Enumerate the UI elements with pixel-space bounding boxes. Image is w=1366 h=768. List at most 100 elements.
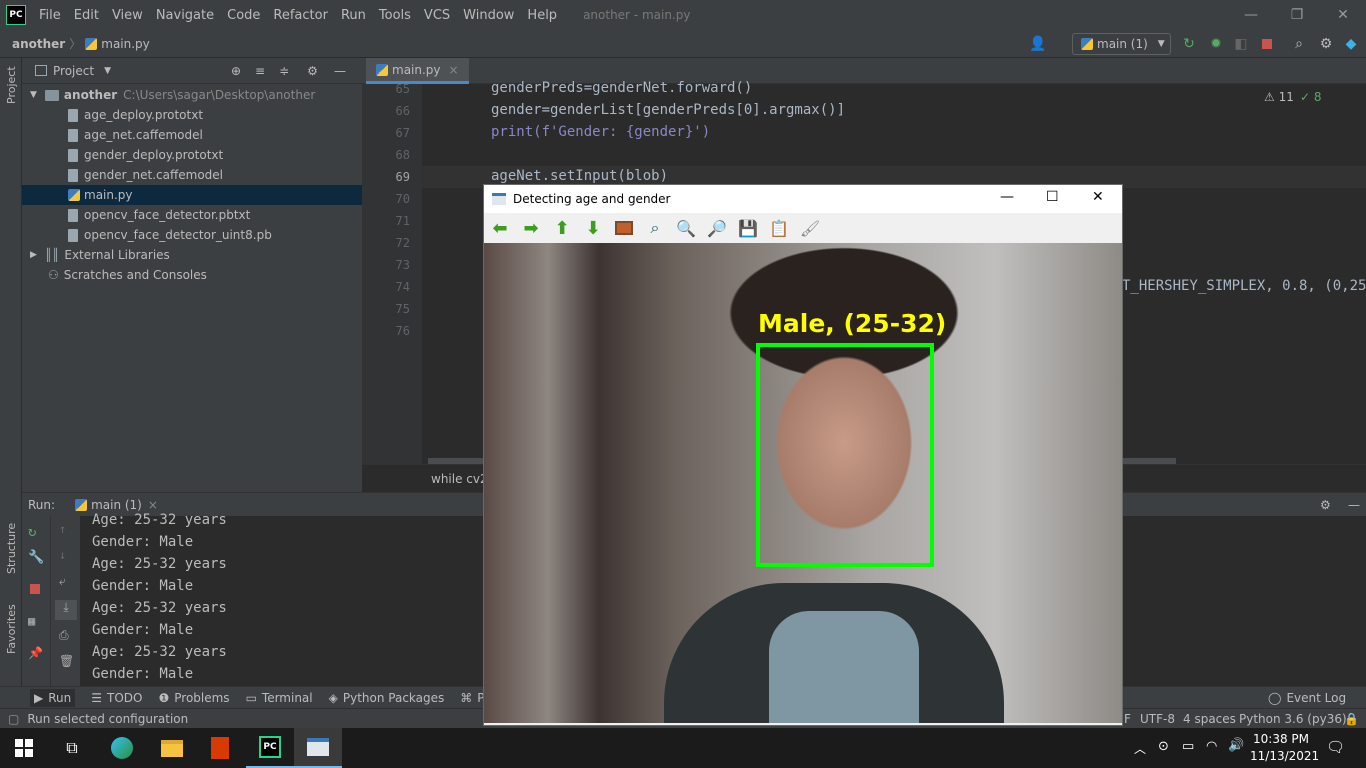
tool-terminal[interactable]: ▭ Terminal (246, 691, 313, 705)
user-icon[interactable]: 👤 (1029, 36, 1046, 52)
task-view-icon[interactable]: ⧉ (48, 728, 96, 768)
tool-python-packages[interactable]: ◈ Python Packages (329, 691, 445, 705)
zoom-out-icon[interactable]: 🔎 (706, 218, 728, 238)
tree-file-selected[interactable]: main.py (22, 185, 362, 205)
menu-code[interactable]: Code (227, 8, 260, 23)
clipboard-icon[interactable]: 📋 (768, 218, 790, 238)
tab-main-py[interactable]: main.py × (366, 58, 469, 84)
edge-icon[interactable] (98, 728, 146, 768)
rerun-icon[interactable]: ↻ (1181, 36, 1197, 52)
close-button[interactable]: ✕ (1092, 189, 1104, 205)
opencv-window-taskbar-icon[interactable] (294, 728, 342, 768)
close-tab-icon[interactable]: × (148, 498, 158, 512)
zoom-in-icon[interactable]: 🔍 (675, 218, 697, 238)
wrench-icon[interactable]: 🔧 (28, 550, 44, 565)
gear-icon[interactable]: ⚙ (1318, 36, 1334, 52)
tree-root[interactable]: ▼ another C:\Users\sagar\Desktop\another (22, 85, 362, 105)
clock-time[interactable]: 10:38 PM (1250, 732, 1312, 746)
stop-icon[interactable] (30, 584, 40, 594)
tree-scratches[interactable]: ⚇ Scratches and Consoles (22, 265, 362, 285)
windows-start-icon[interactable] (0, 728, 48, 768)
down-arrow-icon[interactable]: ↓ (59, 548, 66, 562)
pycharm-taskbar-icon[interactable]: PC (246, 728, 294, 768)
hide-icon[interactable]: — (334, 64, 346, 78)
status-interpreter[interactable]: Python 3.6 (py36) (1239, 712, 1347, 726)
rerun-icon[interactable]: ↻ (28, 524, 36, 540)
tree-file[interactable]: opencv_face_detector_uint8.pb (22, 225, 362, 245)
project-tool-label[interactable]: Project (5, 66, 18, 104)
tree-file[interactable]: gender_net.caffemodel (22, 165, 362, 185)
breadcrumb-file[interactable]: main.py (101, 37, 150, 51)
maximize-button[interactable]: ☐ (1046, 189, 1059, 205)
chevron-down-icon[interactable]: ▼ (104, 66, 111, 76)
minimize-button[interactable]: — (1000, 189, 1014, 205)
tree-file[interactable]: age_deploy.prototxt (22, 105, 362, 125)
menu-view[interactable]: View (112, 8, 143, 23)
menu-file[interactable]: File (39, 8, 61, 23)
menu-help[interactable]: Help (527, 8, 557, 23)
wifi-icon[interactable]: ◠ (1206, 739, 1217, 754)
scroll-to-end-icon[interactable]: ⤓ (55, 600, 77, 620)
menu-window[interactable]: Window (463, 8, 514, 23)
menu-run[interactable]: Run (341, 8, 366, 23)
status-encoding[interactable]: UTF-8 (1140, 712, 1175, 726)
gear-icon[interactable]: ⚙ (307, 64, 318, 78)
file-explorer-icon[interactable] (148, 728, 196, 768)
inspection-checks[interactable]: ✓ 8 (1300, 90, 1322, 104)
close-tab-icon[interactable]: × (449, 63, 459, 77)
trash-icon[interactable]: 🗑 (59, 654, 74, 668)
menu-vcs[interactable]: VCS (424, 8, 450, 23)
notifications-icon[interactable]: 🗨 (1326, 738, 1345, 756)
tree-file[interactable]: opencv_face_detector.pbtxt (22, 205, 362, 225)
jetbrains-icon[interactable]: ◆ (1343, 36, 1359, 52)
status-indent[interactable]: 4 spaces (1183, 712, 1236, 726)
panel-toggle-icon[interactable]: ▢ (8, 712, 19, 726)
soft-wrap-icon[interactable]: ⤶ (59, 574, 66, 589)
expand-all-icon[interactable]: ≡ (255, 64, 265, 78)
tree-file[interactable]: age_net.caffemodel (22, 125, 362, 145)
menu-navigate[interactable]: Navigate (156, 8, 214, 23)
arrow-down-icon[interactable]: ⬇ (582, 218, 604, 239)
run-tab[interactable]: main (1) (91, 498, 142, 512)
tool-todo[interactable]: ☰ TODO (91, 691, 142, 705)
layout-icon[interactable]: ▦ (28, 614, 35, 628)
close-button[interactable]: ✕ (1320, 0, 1366, 30)
chevron-up-icon[interactable]: ︿ (1134, 740, 1146, 757)
meet-now-icon[interactable]: ⊙ (1158, 739, 1169, 754)
pin-icon[interactable]: 📌 (28, 646, 43, 660)
restore-button[interactable]: ❐ (1274, 0, 1320, 30)
up-arrow-icon[interactable]: ↑ (59, 522, 66, 536)
tool-problems[interactable]: ❶ Problems (158, 691, 229, 705)
zoom-fit-icon[interactable] (613, 218, 635, 238)
collapse-all-icon[interactable]: ≑ (279, 64, 289, 78)
properties-icon[interactable]: 🖌 (799, 218, 821, 238)
arrow-up-icon[interactable]: ⬆ (551, 218, 573, 239)
search-icon[interactable]: ⌕ (1291, 36, 1307, 52)
tool-run[interactable]: ▶ Run (30, 688, 76, 707)
structure-tool-label[interactable]: Structure (5, 523, 18, 574)
arrow-right-icon[interactable]: ➡ (520, 218, 542, 239)
tool-event-log[interactable]: ◯ Event Log (1268, 691, 1346, 705)
clock-date[interactable]: 11/13/2021 (1250, 749, 1319, 763)
save-icon[interactable]: 💾 (737, 218, 759, 238)
debug-icon[interactable]: ✹ (1208, 36, 1224, 52)
lock-icon[interactable]: 🔒 (1344, 712, 1359, 726)
tree-file[interactable]: gender_deploy.prototxt (22, 145, 362, 165)
print-icon[interactable]: ⎙ (59, 628, 69, 643)
menu-refactor[interactable]: Refactor (273, 8, 328, 23)
favorites-tool-label[interactable]: Favorites (5, 604, 18, 654)
tree-external-libraries[interactable]: ▶ ║║ External Libraries (22, 245, 362, 265)
project-panel-title[interactable]: Project (53, 64, 94, 78)
coverage-icon[interactable]: ◧ (1233, 36, 1249, 52)
minimize-button[interactable]: — (1228, 0, 1274, 30)
breadcrumb-project[interactable]: another (12, 37, 65, 51)
hide-icon[interactable]: — (1348, 498, 1360, 512)
zoom-image-icon[interactable]: ⌕ (644, 218, 666, 238)
menu-edit[interactable]: Edit (74, 8, 99, 23)
opencv-titlebar[interactable]: Detecting age and gender — ☐ ✕ (484, 185, 1122, 213)
inspection-warnings[interactable]: ⚠ 11 (1264, 90, 1294, 104)
arrow-left-icon[interactable]: ⬅ (489, 218, 511, 239)
locate-icon[interactable]: ⊕ (231, 64, 241, 78)
status-line-separator[interactable]: F (1124, 712, 1131, 726)
battery-icon[interactable]: ▭ (1182, 739, 1194, 754)
